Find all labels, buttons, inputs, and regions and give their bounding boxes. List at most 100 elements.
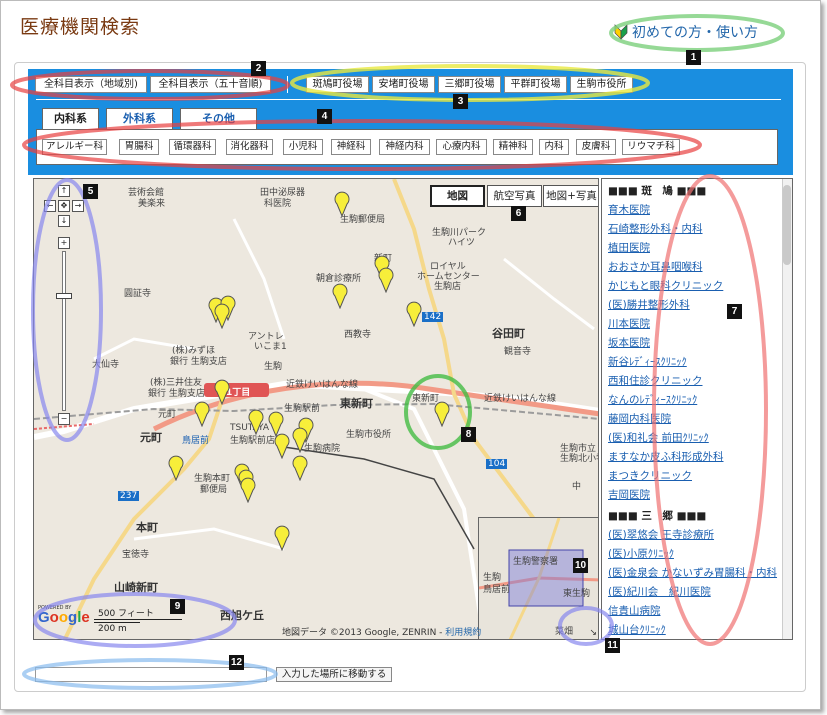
scale-feet: 500 フィート [94,606,182,620]
list-scrollbar[interactable] [782,179,792,639]
office-button-sango[interactable]: 三郷町役場 [438,76,501,93]
annotation-badge: 9 [170,599,185,614]
list-group-header: ■■■ 斑 鳩 ■■■ [608,185,707,197]
map-label: 谷田町 [492,327,525,340]
route-shield: 237 [118,491,140,501]
subject-button[interactable]: 循環器科 [169,139,216,155]
clinic-marker-icon[interactable] [292,455,308,481]
facility-link[interactable]: 城山台ｸﾘﾆｯｸ [608,622,666,637]
clinic-marker-icon[interactable] [378,267,394,293]
subject-button[interactable]: 胃腸科 [119,139,159,155]
zoom-out-icon[interactable]: − [58,413,70,425]
map-label: 近鉄けいはんな線 [484,394,557,404]
subject-button[interactable]: 心療内科 [436,139,487,155]
office-button-ikoma[interactable]: 生駒市役所 [570,76,633,93]
map-type-map[interactable]: 地図 [430,185,485,207]
clinic-marker-icon[interactable] [240,477,256,503]
facility-link[interactable]: (医)和礼会 前田ｸﾘﾆｯｸ [608,430,709,445]
copyright-text: 地図データ ©2013 Google, ZENRIN - [282,628,443,638]
facility-link[interactable]: 石崎整形外科・内科 [608,221,703,236]
office-button-ando[interactable]: 安堵町役場 [372,76,435,93]
clinic-marker-icon[interactable] [194,401,210,427]
facility-link[interactable]: 藤岡内科医院 [608,411,671,426]
map-label: ハイツ [448,238,475,248]
terms-link[interactable]: 利用規約 [445,628,481,638]
move-to-address-button[interactable]: 入力した場所に移動する [276,667,392,682]
annotation-badge: 6 [511,206,526,221]
area-button-kana[interactable]: 全科目表示（五十音順) [150,76,271,93]
clinic-marker-icon[interactable] [334,191,350,217]
map-type-hybrid[interactable]: 地図+写真 [543,185,598,207]
subject-button[interactable]: 神経内科 [379,139,430,155]
google-logo: Google [38,609,90,626]
facility-link[interactable]: 育木医院 [608,202,650,217]
zoom-in-icon[interactable]: + [58,237,70,249]
facility-link[interactable]: 信貴山病院 [608,603,661,618]
facility-link[interactable]: (医)翠悠会 王寺診療所 [608,527,714,542]
scale-bar: 500 フィート 200 m [94,606,182,634]
map-type-satellite[interactable]: 航空写真 [487,185,542,207]
scroll-thumb[interactable] [783,185,791,265]
clinic-marker-icon[interactable] [274,525,290,551]
tab-internal[interactable]: 内科系 [42,108,99,130]
pan-left-icon[interactable]: ← [44,200,56,212]
facility-link[interactable]: (医)金泉会 かないずみ胃腸科・内科 [608,565,777,580]
annotation-badge: 8 [461,427,476,442]
office-button-ikaruga[interactable]: 斑鳩町役場 [306,76,369,93]
zoom-slider-handle[interactable] [56,293,72,299]
facility-link[interactable]: (医)紀川会 紀川医院 [608,584,711,599]
subject-button[interactable]: 小児科 [283,139,323,155]
subject-button[interactable]: リウマチ科 [622,139,680,155]
help-link[interactable]: 初めての方・使い方 [614,22,758,42]
facility-link[interactable]: 坂本医院 [608,335,650,350]
office-button-heguri[interactable]: 平群町役場 [504,76,567,93]
subject-button[interactable]: 内科 [539,139,569,155]
facility-link[interactable]: かじもと眼科クリニック [608,278,723,293]
subject-button[interactable]: 消化器科 [226,139,273,155]
facility-link[interactable]: ますなか皮ふ科形成外科 [608,449,724,464]
facility-link[interactable]: (医)勝井整形外科 [608,297,690,312]
pan-right-icon[interactable]: → [72,200,84,212]
pan-up-icon[interactable]: ↑ [58,185,70,197]
clinic-marker-icon[interactable] [332,283,348,309]
map-label: 観音寺 [504,347,532,357]
area-button-region[interactable]: 全科目表示（地域別) [35,76,147,93]
facility-link[interactable]: まつきクリニック [608,468,692,483]
facility-link[interactable]: 吉岡医院 [608,487,650,502]
facility-list[interactable]: ■■■ 斑 鳩 ■■■ 育木医院石崎整形外科・内科 植田医院おおさか耳鼻咽喉科かじも… [601,178,793,640]
help-link-label[interactable]: 初めての方・使い方 [632,22,758,42]
tab-other[interactable]: その他 [180,108,257,129]
zoom-slider-track[interactable] [62,251,66,411]
clinic-marker-icon[interactable] [274,433,290,459]
overview-map[interactable]: 生駒警察署 生駒 鳥居前 東生駒 菜畑 ↘ [478,517,598,639]
facility-link[interactable]: 川本医院 [608,316,650,331]
facility-link[interactable]: 西和住診クリニック [608,373,703,388]
beginner-mark-icon [614,24,628,40]
subject-button[interactable]: 精神科 [493,139,533,155]
list-group-header: ■■■ 三 郷 ■■■ [608,510,707,522]
tab-surgery[interactable]: 外科系 [106,108,173,129]
facility-link[interactable]: (医)小原ｸﾘﾆｯｸ [608,546,674,561]
divider [36,99,781,100]
clinic-marker-icon[interactable] [406,301,422,327]
subject-button[interactable]: 神経科 [331,139,371,155]
facility-link[interactable]: 植田医院 [608,240,650,255]
overview-toggle-icon[interactable]: ↘ [589,628,597,638]
map[interactable]: ↑ ← ✥ → ↓ + − 地図 航空写真 地図+写真 芸術会館 美楽来 田中泌… [33,178,599,640]
facility-link[interactable]: おおさか耳鼻咽喉科 [608,259,703,274]
pan-down-icon[interactable]: ↓ [58,215,70,227]
facility-link[interactable]: なんのﾚﾃﾞｨｰｽｸﾘﾆｯｸ [608,392,697,407]
pan-center-icon[interactable]: ✥ [58,200,70,212]
clinic-marker-icon[interactable] [248,409,264,435]
clinic-marker-icon[interactable] [292,427,308,453]
clinic-marker-icon[interactable] [214,303,230,329]
map-label: 生駒北小学校 [560,454,598,464]
clinic-marker-icon[interactable] [214,379,230,405]
subject-button[interactable]: アレルギー科 [42,139,107,155]
clinic-marker-icon[interactable] [434,401,450,427]
page-title: 医療機関検索 [20,16,141,38]
subject-button[interactable]: 皮膚科 [576,139,616,155]
map-label: 宝徳寺 [122,550,150,560]
facility-link[interactable]: 新谷ﾚﾃﾞｨｰｽｸﾘﾆｯｸ [608,354,687,369]
clinic-marker-icon[interactable] [168,455,184,481]
